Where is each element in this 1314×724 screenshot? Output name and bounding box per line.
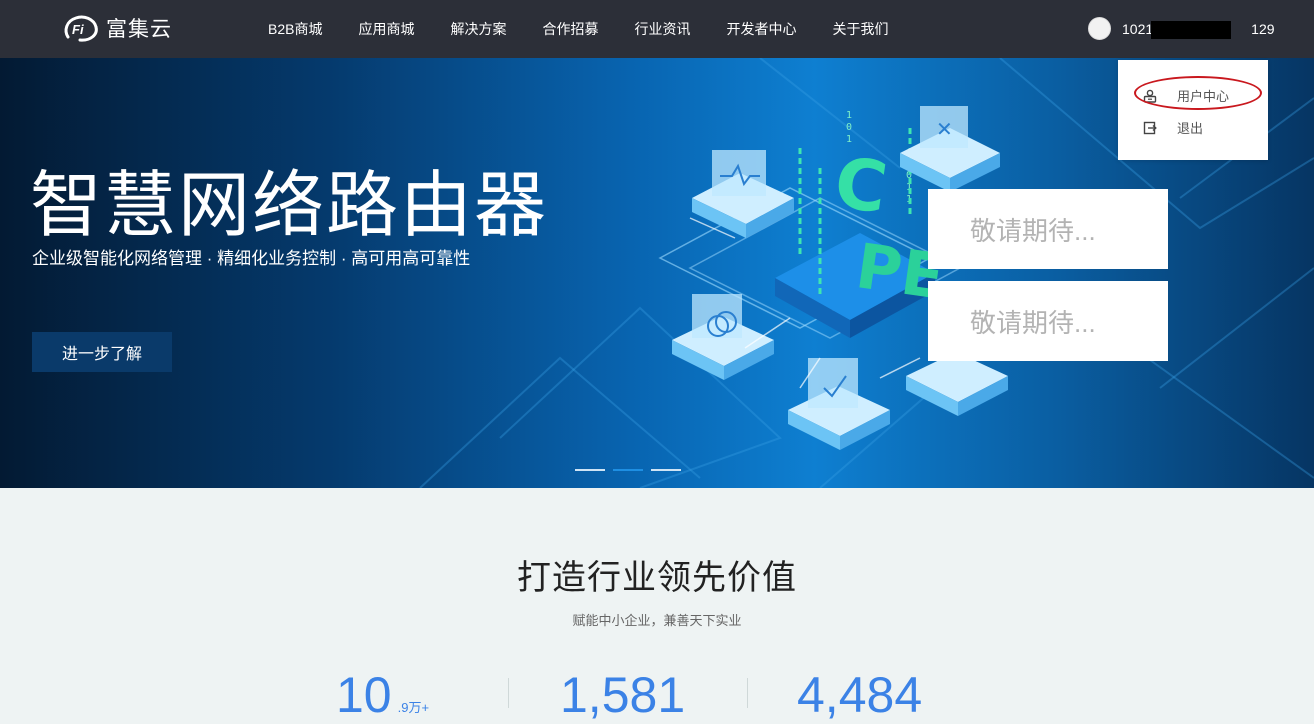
user-name-suffix: 129 <box>1251 20 1275 37</box>
user-name-prefix: 1021 <box>1122 20 1154 37</box>
stat-1-unit: .9万+ <box>397 700 430 715</box>
user-dropdown-menu: 用户中心 退出 <box>1118 60 1268 160</box>
logo[interactable]: Fi 富集云 <box>62 13 172 43</box>
nav-app-store[interactable]: 应用商城 <box>340 19 432 39</box>
carousel-dot-1[interactable] <box>575 469 605 471</box>
stat-divider <box>508 678 509 708</box>
nav-partner-recruit[interactable]: 合作招募 <box>524 19 616 39</box>
logout-icon <box>1143 121 1157 134</box>
user-name[interactable]: 1021 129 <box>1122 20 1275 39</box>
svg-text:1: 1 <box>846 110 852 121</box>
nav-solutions[interactable]: 解决方案 <box>432 19 524 39</box>
stat-1-value: 10 <box>336 667 392 723</box>
top-header: Fi 富集云 B2B商城 应用商城 解决方案 合作招募 行业资讯 开发者中心 关… <box>0 0 1314 58</box>
stat-2-value: 1,581 <box>560 667 686 723</box>
coming-soon-card-1: 敬请期待... <box>928 189 1168 269</box>
nav-about-us[interactable]: 关于我们 <box>814 19 906 39</box>
stat-3-value: 4,484 <box>797 667 923 723</box>
svg-text:1: 1 <box>846 134 852 145</box>
logo-text: 富集云 <box>106 18 172 41</box>
nav-b2b-mall[interactable]: B2B商城 <box>250 19 340 39</box>
carousel-dot-3[interactable] <box>651 469 681 471</box>
svg-text:0: 0 <box>846 122 852 133</box>
stat-divider <box>747 678 748 708</box>
menu-item-logout[interactable]: 退出 <box>1143 118 1203 137</box>
user-menu-trigger[interactable]: 1021 129 <box>1088 17 1275 40</box>
carousel-indicators <box>575 469 689 471</box>
redaction-bar <box>1151 20 1231 39</box>
carousel-dot-2[interactable] <box>613 469 643 471</box>
menu-item-logout-label: 退出 <box>1177 121 1204 136</box>
main-nav: B2B商城 应用商城 解决方案 合作招募 行业资讯 开发者中心 关于我们 <box>250 0 906 58</box>
stat-1: 10 .9万+ <box>336 666 429 724</box>
section-title: 打造行业领先价值 <box>517 559 797 597</box>
svg-text:✕: ✕ <box>936 117 953 141</box>
nav-industry-news[interactable]: 行业资讯 <box>616 19 708 39</box>
coming-soon-card-2: 敬请期待... <box>928 281 1168 361</box>
stat-3: 4,484 <box>797 666 922 724</box>
stat-2: 1,581 <box>560 666 685 724</box>
red-circle-annotation <box>1134 76 1262 110</box>
svg-text:Fi: Fi <box>72 22 84 37</box>
learn-more-button[interactable]: 进一步了解 <box>32 332 172 372</box>
banner-subtitle: 企业级智能化网络管理 · 精细化业务控制 · 高可用高可靠性 <box>32 249 471 268</box>
banner-illustration: C PE 101 011 ✕ <box>419 58 1314 488</box>
nav-developer-center[interactable]: 开发者中心 <box>708 19 814 39</box>
svg-text:C: C <box>830 141 892 229</box>
logo-icon: Fi <box>64 15 98 42</box>
banner-title: 智慧网络路由器 <box>30 166 549 246</box>
value-section: 打造行业领先价值 赋能中小企业，兼善天下实业 10 .9万+ 1,581 4,48… <box>0 488 1314 723</box>
section-subtitle: 赋能中小企业，兼善天下实业 <box>572 613 742 628</box>
hero-banner: C PE 101 011 ✕ <box>0 58 1314 488</box>
avatar[interactable] <box>1088 17 1111 40</box>
